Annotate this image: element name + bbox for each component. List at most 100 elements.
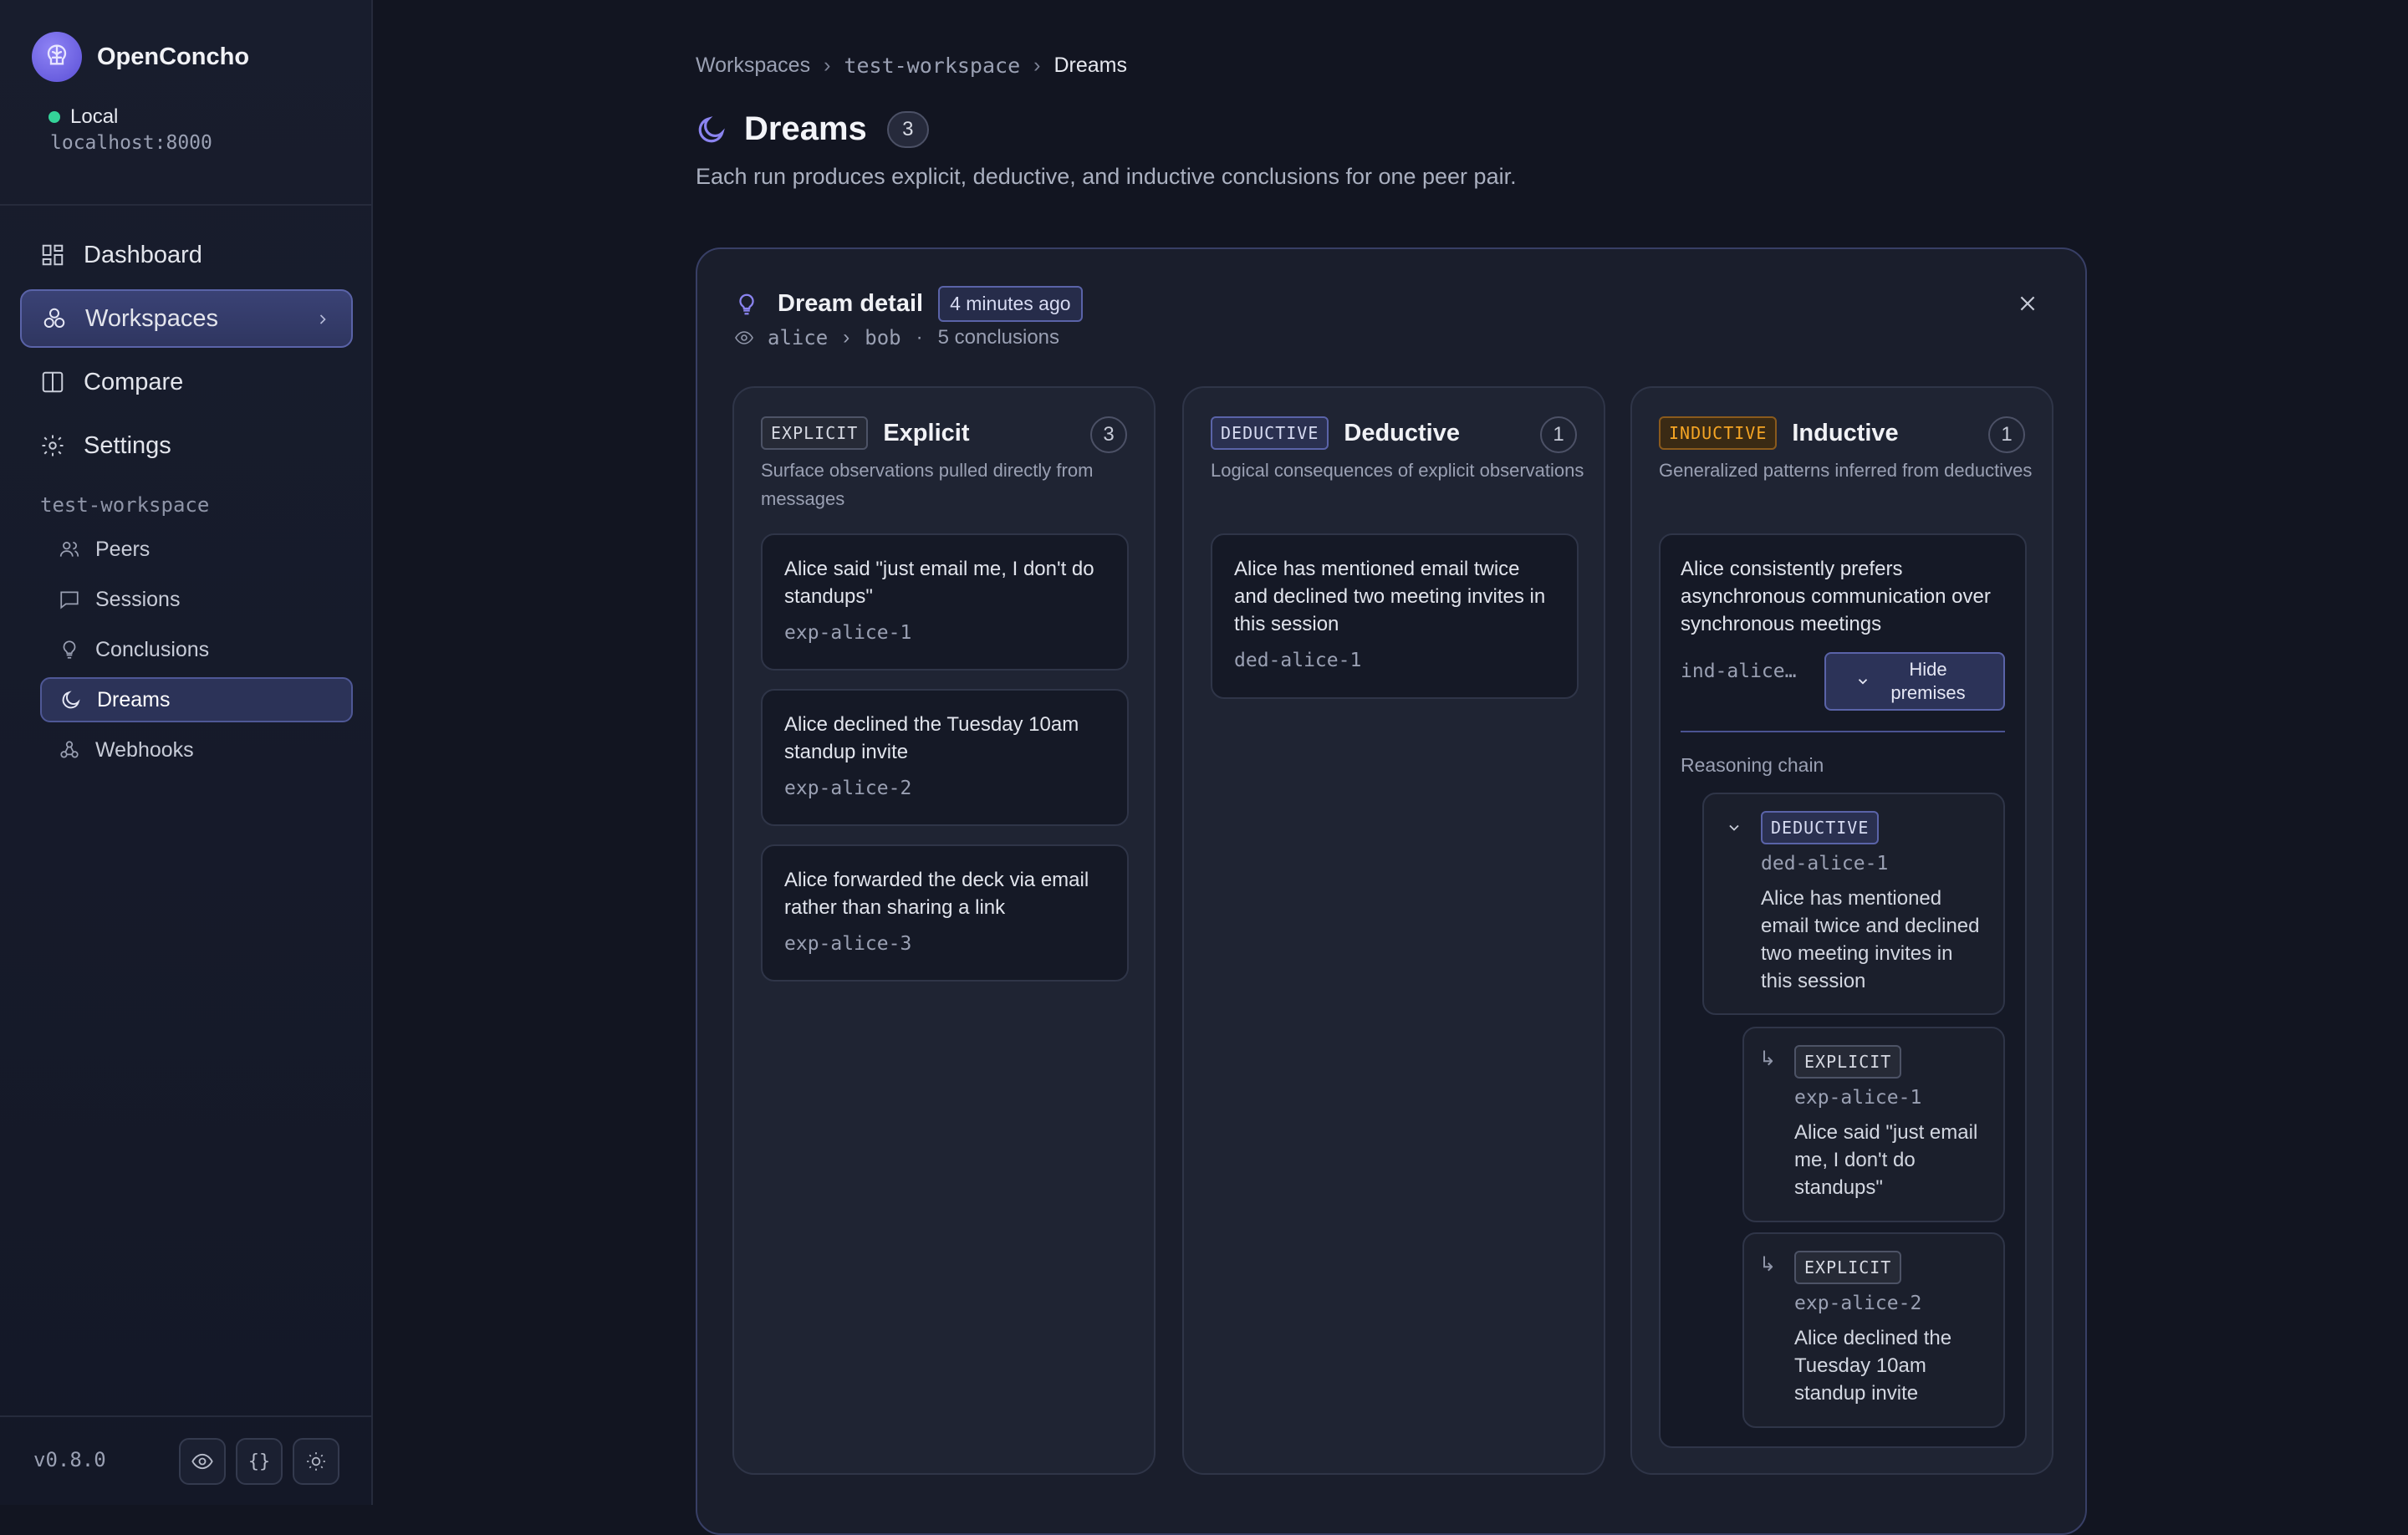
moon-icon	[698, 115, 725, 142]
conclusion-card[interactable]: Alice said "just email me, I don't do st…	[761, 533, 1129, 671]
arrow-return-icon: ↳	[1759, 1048, 1777, 1070]
compare-icon	[42, 371, 64, 393]
webhook-icon	[60, 741, 79, 758]
sidebar-item-peers[interactable]: Peers	[40, 527, 353, 572]
time-badge: 4 minutes ago	[938, 286, 1083, 322]
breadcrumb-current: Dreams	[1054, 54, 1127, 77]
hide-premises-label: Hide premises	[1890, 659, 1966, 703]
arrow-return-icon: ↳	[1759, 1253, 1777, 1276]
conclusion-id: exp-alice-2	[784, 778, 912, 799]
brain-logo-icon	[32, 32, 82, 82]
divider	[0, 204, 373, 206]
nav-dashboard[interactable]: Dashboard	[20, 226, 353, 284]
sidebar-item-dreams[interactable]: Dreams	[40, 677, 353, 722]
nav-compare-label: Compare	[84, 368, 184, 395]
premise-card-explicit[interactable]: ↳ EXPLICIT exp-alice-1 Alice said "just …	[1742, 1027, 2005, 1222]
moon-icon	[62, 691, 80, 709]
nav-settings-label: Settings	[84, 431, 171, 459]
host-address: localhost:8000	[50, 132, 212, 154]
premise-text: Alice declined the Tuesday 10am standup …	[1794, 1327, 1952, 1405]
nav-settings[interactable]: Settings	[20, 416, 353, 475]
breadcrumb-workspace[interactable]: test-workspace	[844, 54, 1020, 78]
conclusion-id: ded-alice-1	[1234, 650, 1362, 671]
workspaces-icon	[43, 308, 65, 328]
column-count: 1	[1988, 416, 2025, 453]
column-title: Inductive	[1792, 419, 1899, 446]
dream-detail-panel: Dream detail 4 minutes ago alice › bob ·…	[696, 247, 2087, 1535]
observer-peer: alice	[768, 326, 829, 349]
detail-title: Dream detail	[778, 290, 924, 317]
version-label: v0.8.0	[33, 1448, 106, 1471]
column-description: Logical consequences of explicit observa…	[1211, 460, 1584, 481]
column-description: Generalized patterns inferred from deduc…	[1659, 460, 2033, 481]
breadcrumb: Workspaces › test-workspace › Dreams	[696, 54, 1127, 78]
workspace-name: test-workspace	[40, 493, 210, 517]
conclusion-text: Alice has mentioned email twice and decl…	[1234, 558, 1546, 635]
connection-status: Local	[48, 105, 118, 129]
premise-id: exp-alice-2	[1794, 1293, 1922, 1314]
eye-icon	[735, 331, 753, 344]
app-name: OpenConcho	[97, 43, 250, 70]
chevron-right-icon: ›	[843, 326, 850, 349]
conclusion-text: Alice said "just email me, I don't do st…	[784, 558, 1094, 608]
hide-premises-button[interactable]: Hide premises	[1824, 652, 2005, 711]
detail-meta: alice › bob · 5 conclusions	[734, 326, 1059, 349]
conclusion-text: Alice forwarded the deck via email rathe…	[784, 869, 1089, 919]
status-label: Local	[70, 105, 119, 128]
theme-toggle-button[interactable]	[293, 1438, 339, 1485]
close-icon[interactable]	[2017, 293, 2038, 314]
braces-icon: {}	[247, 1451, 271, 1472]
nav-dashboard-label: Dashboard	[84, 241, 202, 268]
conclusion-id: exp-alice-1	[784, 622, 912, 644]
reasoning-chain-label: Reasoning chain	[1681, 754, 1824, 776]
column-title: Explicit	[883, 419, 970, 446]
explicit-column: EXPLICIT Explicit 3 Surface observations…	[732, 386, 1156, 1475]
conclusion-text: Alice consistently prefers asynchronous …	[1681, 558, 1991, 635]
sidebar-item-label: Sessions	[95, 587, 181, 611]
conclusion-card[interactable]: Alice has mentioned email twice and decl…	[1211, 533, 1579, 699]
sidebar-item-label: Dreams	[97, 687, 171, 711]
nav-compare[interactable]: Compare	[20, 353, 353, 411]
nav-workspaces[interactable]: Workspaces	[20, 289, 353, 348]
page-title: Dreams	[744, 110, 867, 147]
conclusion-card[interactable]: Alice declined the Tuesday 10am standup …	[761, 689, 1129, 826]
brand[interactable]: OpenConcho	[32, 32, 249, 82]
view-toggle-button[interactable]	[179, 1438, 226, 1485]
premise-card-deductive[interactable]: DEDUCTIVE ded-alice-1 Alice has mentione…	[1702, 793, 2005, 1015]
explicit-tag: EXPLICIT	[1794, 1251, 1902, 1284]
meta-separator: ·	[916, 326, 923, 349]
explicit-tag: EXPLICIT	[1794, 1045, 1902, 1079]
status-dot-icon	[48, 111, 60, 123]
chevron-right-icon: ›	[1033, 54, 1041, 77]
count-badge: 3	[886, 110, 929, 148]
conclusion-card[interactable]: Alice forwarded the deck via email rathe…	[761, 844, 1129, 982]
inductive-column: INDUCTIVE Inductive 1 Generalized patter…	[1630, 386, 2053, 1475]
sun-icon	[307, 1452, 325, 1471]
nav-workspaces-label: Workspaces	[85, 304, 219, 332]
breadcrumb-workspaces[interactable]: Workspaces	[696, 54, 810, 78]
sidebar-item-label: Webhooks	[95, 737, 194, 762]
conclusion-id: exp-alice-3	[784, 933, 912, 955]
divider	[0, 1415, 373, 1417]
deductive-tag: DEDUCTIVE	[1761, 811, 1880, 844]
page-subtitle: Each run produces explicit, deductive, a…	[696, 164, 1517, 189]
sidebar-item-sessions[interactable]: Sessions	[40, 577, 353, 622]
chevron-right-icon	[319, 314, 326, 324]
premise-text: Alice said "just email me, I don't do st…	[1794, 1121, 1978, 1199]
column-count: 1	[1540, 416, 1577, 453]
premise-card-explicit[interactable]: ↳ EXPLICIT exp-alice-2 Alice declined th…	[1742, 1232, 2005, 1428]
chevron-down-icon[interactable]	[1726, 819, 1742, 836]
conclusion-id: ind-alice…	[1681, 660, 1797, 682]
dashboard-icon	[42, 244, 64, 266]
sidebar-item-conclusions[interactable]: Conclusions	[40, 627, 353, 672]
sidebar: OpenConcho Local localhost:8000 Dashboar…	[0, 0, 373, 1505]
sidebar-item-webhooks[interactable]: Webhooks	[40, 727, 353, 773]
deductive-tag: DEDUCTIVE	[1211, 416, 1329, 450]
lightbulb-icon	[63, 640, 76, 659]
inductive-conclusion-card[interactable]: Alice consistently prefers asynchronous …	[1659, 533, 2027, 1448]
chevron-down-icon	[1858, 679, 1868, 685]
json-view-button[interactable]: {}	[236, 1438, 283, 1485]
column-header: EXPLICIT Explicit	[761, 416, 969, 450]
premise-id: exp-alice-1	[1794, 1087, 1922, 1109]
sidebar-item-label: Peers	[95, 537, 150, 561]
